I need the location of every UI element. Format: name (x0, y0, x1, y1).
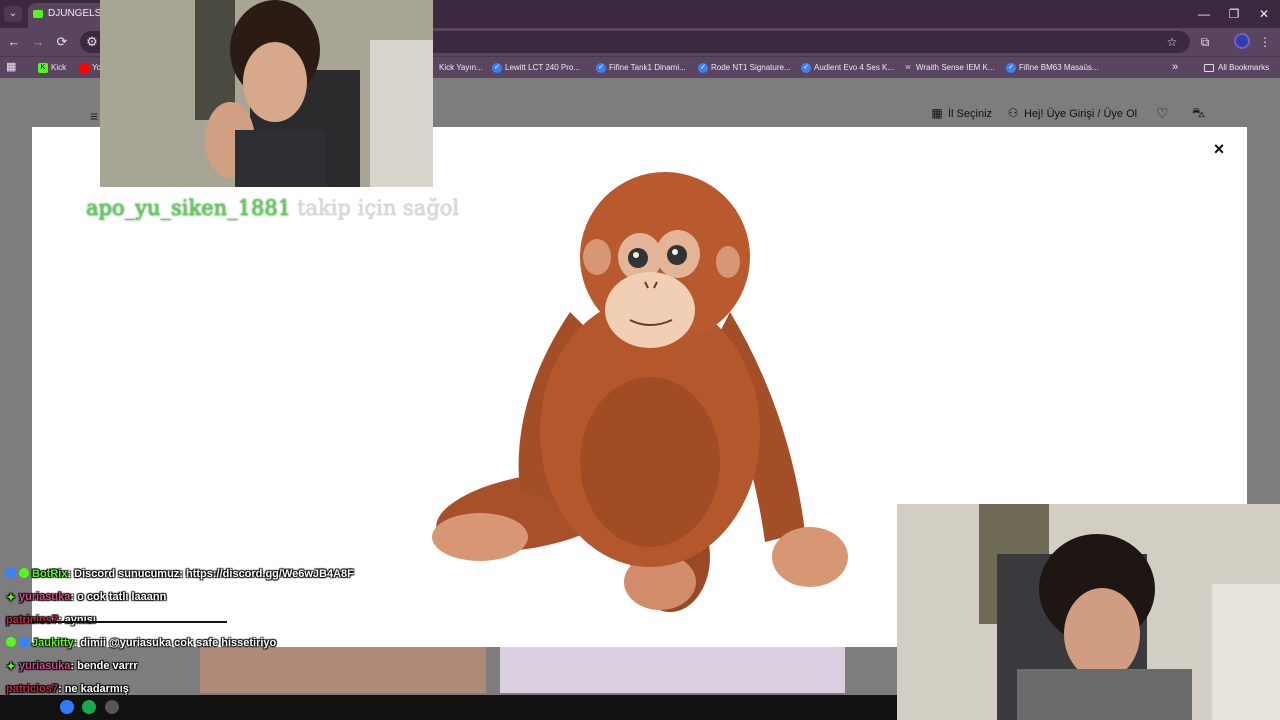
login-link[interactable]: ⚇ Hej! Üye Girişi / Üye Ol (1006, 104, 1137, 122)
chat-username[interactable]: BotRix (32, 568, 67, 580)
chat-text: : ne kadarmış (57, 683, 129, 695)
bookmark-audient[interactable]: ✓ Audient Evo 4 Ses K... (801, 61, 894, 75)
bookmark-label: Audient Evo 4 Ses K... (814, 63, 895, 72)
login-label: Hej! Üye Girişi / Üye Ol (1024, 108, 1138, 120)
bookmark-youtube[interactable]: Yo (79, 61, 101, 75)
chat-text: : aynısı (57, 614, 96, 626)
chat-message: BotRix: Discord sunucumuz: https://disco… (6, 565, 354, 583)
menu-icon[interactable]: ≡ (90, 108, 98, 124)
page-icon: w (905, 64, 911, 71)
bookmark-rode[interactable]: ✓ Rode NT1 Signature... (698, 61, 791, 75)
chat-overlay: BotRix: Discord sunucumuz: https://disco… (0, 542, 900, 720)
bookmark-label: Fifine Tank1 Dinami... (609, 63, 686, 72)
chat-message: Jaukitty: dimii @yuriasuka cok safe hiss… (6, 634, 276, 652)
back-button[interactable]: ← (6, 34, 22, 50)
verified-icon: ✓ (801, 63, 811, 73)
sub-badge-icon (19, 637, 29, 647)
bookmark-wraith[interactable]: w Wraith Sense IEM K... (903, 61, 995, 75)
bookmark-star-icon[interactable]: ☆ (1164, 34, 1180, 50)
streamer-webcam-image (897, 504, 1280, 720)
store-select-label: İl Seçiniz (948, 108, 993, 120)
stream-bottom-bar (0, 695, 897, 720)
extensions-icon[interactable]: ⧉ (1197, 34, 1213, 50)
reload-button[interactable]: ⟳ (54, 34, 70, 50)
store-select[interactable]: ▦ İl Seçiniz (930, 104, 992, 122)
user-icon: ⚇ (1007, 106, 1019, 120)
follow-alert-username: apo_yu_siken_1881 (86, 196, 292, 220)
folder-icon (1204, 64, 1214, 72)
follow-alert-message: takip için sağol (297, 196, 460, 220)
wishlist-icon[interactable]: ♡ (1156, 104, 1169, 122)
chat-username[interactable]: yuriasuka (19, 591, 70, 603)
close-window-button[interactable]: ✕ (1249, 0, 1279, 28)
webcam-overlay-top (100, 0, 433, 187)
verified-icon: ✓ (492, 63, 502, 73)
verified-icon: ✓ (1006, 63, 1016, 73)
youtube-icon (79, 63, 89, 73)
bookmark-kick[interactable]: K Kick (38, 61, 66, 75)
chat-message: ✦ yuriasuka: bende varrr (6, 657, 138, 675)
bookmark-kick-yayin[interactable]: Kick Yayın... (426, 61, 483, 75)
all-bookmarks-label: All Bookmarks (1218, 63, 1270, 72)
store-icon: ▦ (931, 106, 943, 120)
chat-divider (32, 621, 227, 623)
chat-username[interactable]: Jaukitty (32, 637, 74, 649)
streamer-webcam-image (100, 0, 433, 187)
chat-message: patricios7: aynısı (6, 611, 96, 629)
profile-avatar[interactable] (1234, 33, 1250, 49)
tab-search-dropdown[interactable]: ⌄ (4, 6, 22, 22)
follow-alert: apo_yu_siken_1881 takip için sağol (86, 196, 459, 220)
app-icon[interactable] (82, 700, 97, 714)
verified-icon: ✓ (596, 63, 606, 73)
chat-text: : dimii @yuriasuka cok safe hissetiriyo (73, 637, 277, 649)
circle-badge-icon (19, 568, 29, 578)
mod-badge-icon (6, 568, 16, 578)
minimize-button[interactable]: — (1189, 0, 1219, 28)
verified-icon: ✓ (698, 63, 708, 73)
apps-icon[interactable]: ▦ (6, 60, 16, 74)
restore-button[interactable]: ❐ (1219, 0, 1249, 28)
chat-text: : Discord sunucumuz: https://discord.gg/… (67, 568, 354, 580)
bookmark-label: Fifine BM63 Masaüs... (1019, 63, 1099, 72)
chat-message: ✦ yuriasuka: o cok tatlı laaann (6, 588, 166, 606)
chat-text: : o cok tatlı laaann (70, 591, 167, 603)
bookmark-label: Lewitt LCT 240 Pro... (505, 63, 580, 72)
bookmark-fifine-tank[interactable]: ✓ Fifine Tank1 Dinami... (596, 61, 686, 75)
chat-username[interactable]: patricios7 (6, 614, 58, 626)
bookmarks-overflow-icon[interactable]: » (1172, 60, 1178, 74)
bookmark-fifine-bm63[interactable]: ✓ Fifine BM63 Masaüs... (1006, 61, 1099, 75)
bookmark-label: Kick Yayın... (439, 63, 483, 72)
site-info-icon[interactable]: ⚙ (84, 34, 100, 50)
chat-text: : bende varrr (70, 660, 138, 672)
bookmark-label: Rode NT1 Signature... (711, 63, 791, 72)
cart-icon[interactable]: ⛍ (1192, 104, 1205, 122)
circle-badge-icon (6, 637, 16, 647)
app-icon[interactable] (60, 700, 74, 714)
bookmark-label: Wraith Sense IEM K... (916, 63, 995, 72)
tab-favicon-icon (33, 10, 43, 18)
taskbar-icons (60, 700, 123, 720)
all-bookmarks[interactable]: All Bookmarks (1204, 61, 1269, 75)
star-badge-icon: ✦ (6, 661, 16, 673)
forward-button[interactable]: → (30, 34, 46, 50)
browser-menu-icon[interactable]: ⋮ (1257, 34, 1273, 50)
close-icon[interactable]: × (1211, 140, 1227, 158)
bookmark-lewitt[interactable]: ✓ Lewitt LCT 240 Pro... (492, 61, 580, 75)
app-icon[interactable] (104, 700, 119, 714)
bookmark-label: Kick (51, 63, 67, 72)
chat-username[interactable]: yuriasuka (19, 660, 70, 672)
screen: ⌄ DJUNGELSKOG — ❐ ✕ ← → ⟳ ⚙ ☆ ⧉ ⋮ ▦ K Kic… (0, 0, 1280, 720)
chat-username[interactable]: patricios7 (6, 683, 58, 695)
kick-icon: K (38, 63, 48, 73)
star-badge-icon: ✦ (6, 592, 16, 604)
webcam-overlay-bottom (897, 504, 1280, 720)
